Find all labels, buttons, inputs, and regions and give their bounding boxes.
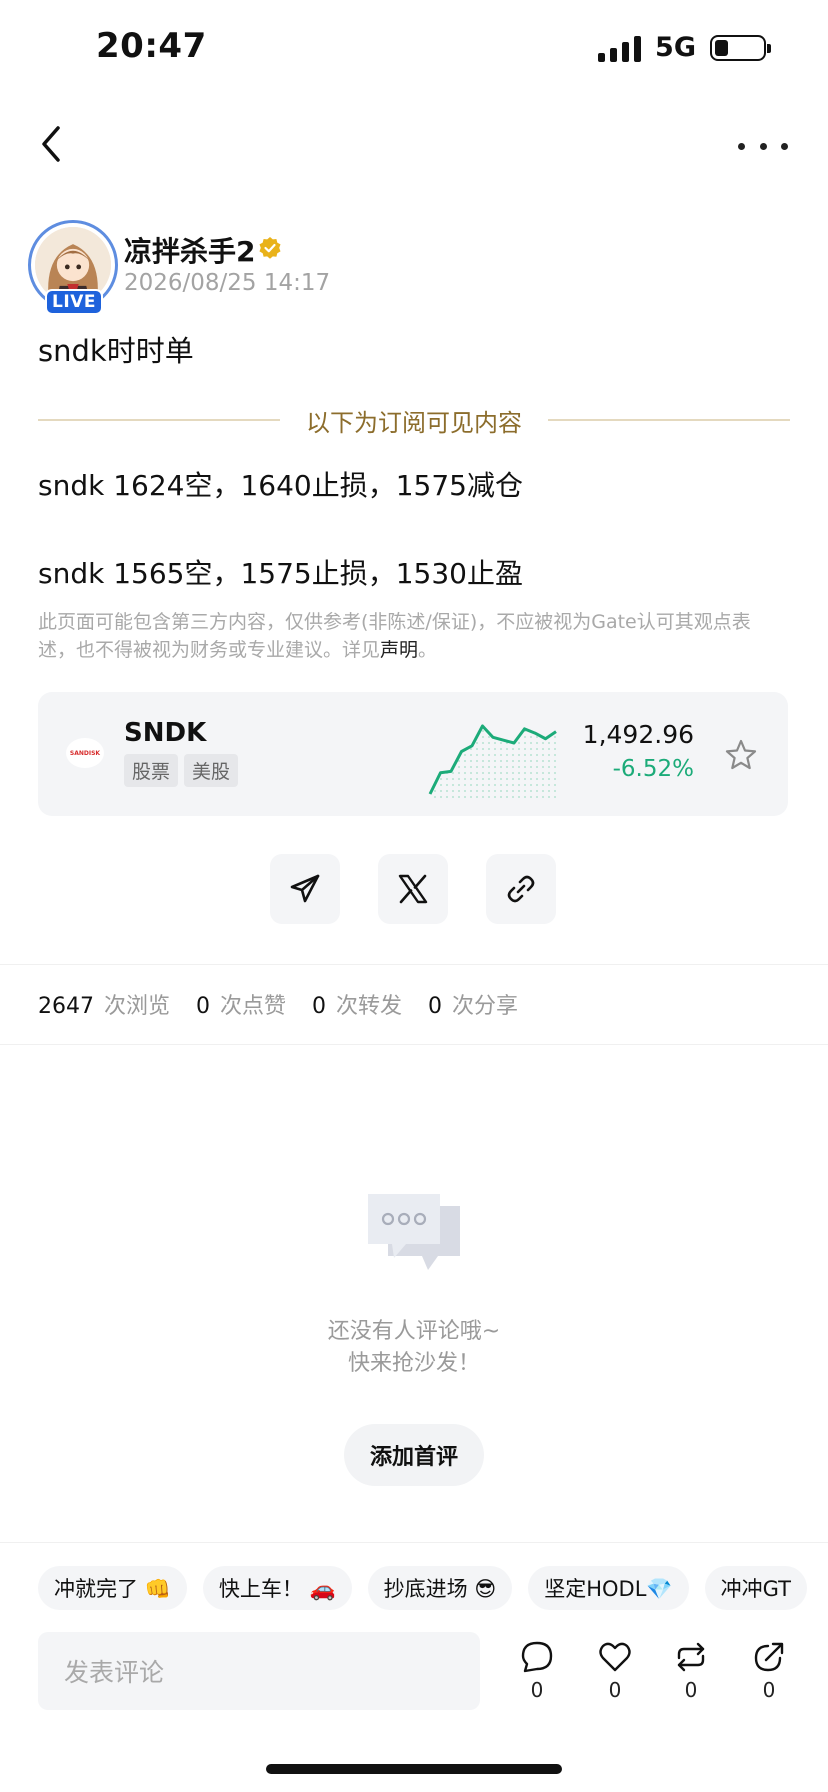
stock-tags: 股票 美股	[124, 754, 239, 787]
repost-action[interactable]: 0	[668, 1640, 714, 1702]
stock-logo-text: SANDISK	[69, 749, 101, 757]
reposts-count: 0	[312, 994, 327, 1019]
star-icon[interactable]	[724, 738, 758, 772]
heart-icon	[599, 1642, 631, 1672]
telegram-icon	[290, 874, 320, 903]
empty-line-1: 还没有人评论哦~	[327, 1319, 501, 1344]
comment-count: 0	[530, 1678, 544, 1702]
repost-icon	[677, 1642, 705, 1672]
disclaimer-end: 。	[418, 639, 438, 661]
reposts-label: 次转发	[336, 994, 403, 1019]
share-action[interactable]: 0	[746, 1640, 792, 1702]
copy-link-button[interactable]	[486, 854, 556, 924]
verified-badge-icon	[259, 237, 281, 259]
author-name[interactable]: 凉拌杀手2	[124, 230, 255, 270]
share-x-button[interactable]	[378, 854, 448, 924]
status-indicators: 5G	[598, 32, 771, 63]
quick-reply-chip[interactable]: 快上车！ 🚗	[202, 1566, 352, 1610]
comment-input[interactable]: 发表评论	[38, 1632, 480, 1710]
home-indicator	[266, 1764, 562, 1774]
quick-reply-chip[interactable]: 冲就完了 👊	[38, 1566, 187, 1610]
network-label: 5G	[655, 32, 696, 63]
share-count: 0	[762, 1678, 776, 1702]
quick-reply-chips: 冲就完了 👊 快上车！ 🚗 抄底进场 😎 坚定HODL💎 冲冲GT	[38, 1566, 807, 1610]
quick-reply-chip[interactable]: 冲冲GT	[704, 1566, 807, 1610]
quick-reply-chip[interactable]: 抄底进场 😎	[367, 1566, 513, 1610]
post-stats: 2647 次浏览 0 次点赞 0 次转发 0 次分享	[38, 988, 544, 1020]
live-badge: LIVE	[45, 289, 103, 315]
stock-symbol: SNDK	[124, 718, 207, 748]
post-title: sndk时时单	[38, 334, 194, 368]
comment-action[interactable]: 0	[514, 1640, 560, 1702]
stock-logo: SANDISK	[66, 738, 104, 768]
stock-tag: 股票	[124, 754, 179, 787]
post-content-line: sndk 1624空，1640止损，1575减仓	[38, 469, 523, 502]
views-label: 次浏览	[104, 994, 171, 1019]
disclaimer-link[interactable]: 声明	[380, 639, 418, 661]
divider	[0, 1542, 828, 1543]
divider	[0, 1044, 828, 1045]
comment-icon	[521, 1641, 553, 1673]
post-content-line: sndk 1565空，1575止损，1530止盈	[38, 557, 523, 590]
stock-card[interactable]: SANDISK SNDK 股票 美股 1,492.96 -6.52%	[38, 692, 788, 816]
back-icon[interactable]	[32, 122, 72, 166]
shares-label: 次分享	[452, 994, 519, 1019]
like-action[interactable]: 0	[592, 1640, 638, 1702]
stock-sparkline	[428, 724, 557, 798]
stock-tag: 美股	[184, 754, 239, 787]
shares-count: 0	[428, 994, 443, 1019]
repost-count: 0	[684, 1678, 698, 1702]
signal-icon	[598, 34, 642, 62]
empty-line-2: 快来抢沙发！	[347, 1351, 480, 1376]
quick-reply-chip[interactable]: 坚定HODL💎	[528, 1566, 689, 1610]
stock-change: -6.52%	[612, 756, 694, 782]
empty-comments-icon	[368, 1194, 460, 1270]
post-timestamp: 2026/08/25 14:17	[124, 270, 331, 296]
likes-label: 次点赞	[220, 994, 287, 1019]
disclaimer-text: 此页面可能包含第三方内容，仅供参考(非陈述/保证)，不应被视为Gate认可其观点…	[38, 608, 778, 664]
divider	[0, 964, 828, 965]
add-first-comment-button[interactable]: 添加首评	[344, 1424, 484, 1486]
x-icon	[398, 874, 428, 904]
empty-comments-text: 还没有人评论哦~ 快来抢沙发！	[0, 1316, 828, 1380]
like-count: 0	[608, 1678, 622, 1702]
share-icon	[754, 1642, 784, 1672]
views-count: 2647	[38, 994, 94, 1019]
likes-count: 0	[196, 994, 211, 1019]
more-options-icon[interactable]	[738, 126, 788, 166]
stock-price: 1,492.96	[582, 720, 694, 749]
subscription-divider: 以下为订阅可见内容	[38, 404, 790, 437]
link-icon	[507, 875, 535, 903]
share-telegram-button[interactable]	[270, 854, 340, 924]
battery-icon	[710, 34, 771, 61]
status-time: 20:47	[96, 26, 207, 66]
subscription-divider-label: 以下为订阅可见内容	[306, 408, 522, 437]
